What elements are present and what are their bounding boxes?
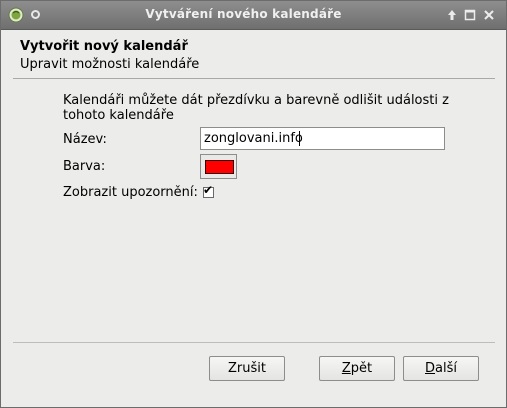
name-label: Název: <box>63 132 107 147</box>
maximize-icon[interactable] <box>463 8 477 22</box>
back-button-label: pět <box>350 361 373 376</box>
calendar-app-icon[interactable] <box>8 7 24 23</box>
cancel-button[interactable]: Zrušit <box>209 356 285 381</box>
intro-text: Kalendáři můžete dát přezdívku a barevně… <box>63 93 449 123</box>
header-divider <box>13 78 495 79</box>
show-alarms-label: Zobrazit upozornění: <box>63 185 198 200</box>
arrow-up-icon[interactable] <box>445 8 459 22</box>
wizard-page-title: Vytvořit nový kalendář <box>20 39 188 54</box>
sticky-circle-icon[interactable] <box>31 10 40 19</box>
next-mnemonic: D <box>425 361 436 376</box>
back-button[interactable]: Zpět <box>319 356 395 381</box>
show-alarms-checkbox[interactable]: ✔ <box>203 183 214 198</box>
color-label: Barva: <box>63 159 106 174</box>
footer-divider <box>13 342 495 343</box>
color-picker-button[interactable] <box>200 154 237 179</box>
next-button-label: alší <box>435 361 457 376</box>
name-input[interactable] <box>200 127 445 150</box>
back-mnemonic: Z <box>341 361 351 376</box>
color-swatch <box>205 160 234 174</box>
title-bar[interactable]: Vytváření nového kalendáře <box>1 1 506 30</box>
dialog-window: Vytváření nového kalendáře Vytvořit nový… <box>0 0 507 408</box>
cancel-button-label: Zrušit <box>228 361 266 376</box>
wizard-header: Vytvořit nový kalendář Upravit možnosti … <box>1 30 506 78</box>
window-title: Vytváření nového kalendáře <box>145 7 342 21</box>
checkmark-icon: ✔ <box>203 183 214 197</box>
wizard-page-subtitle: Upravit možnosti kalendáře <box>20 57 200 72</box>
close-icon[interactable] <box>482 8 496 22</box>
text-caret <box>299 131 300 146</box>
next-button[interactable]: Další <box>403 356 479 381</box>
